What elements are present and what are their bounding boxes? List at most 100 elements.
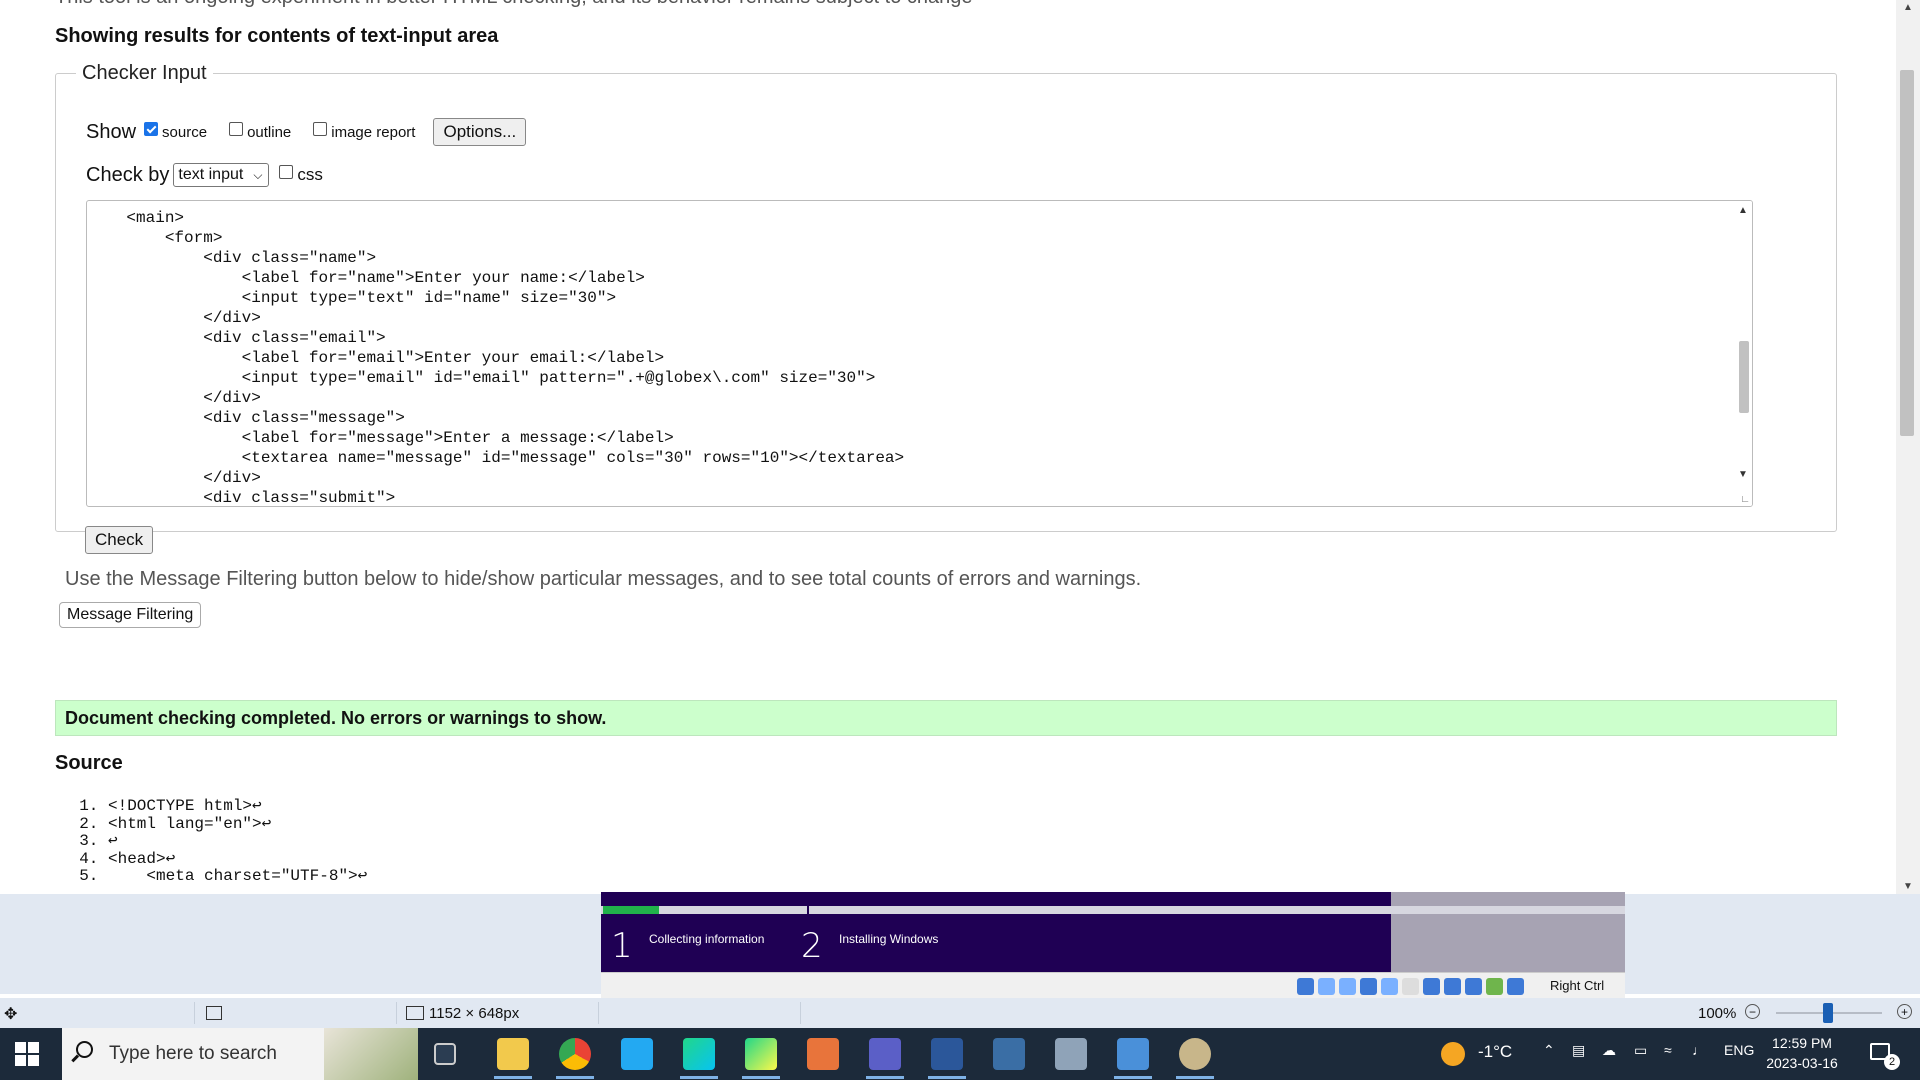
image-dimensions: 1152 × 648px [429, 1005, 520, 1022]
code-line: <div class="message"> [88, 409, 405, 427]
weather-temperature[interactable]: -1°C [1478, 1042, 1512, 1062]
scroll-up-icon[interactable]: ▲ [1738, 205, 1748, 216]
image-report-checkbox[interactable]: image report [313, 122, 416, 141]
hard-disk-icon[interactable] [1297, 978, 1314, 995]
host-key-label: Right Ctrl [1550, 978, 1605, 993]
source-checkbox[interactable]: source [144, 122, 207, 141]
show-hidden-icons-icon[interactable]: ⌃ [1543, 1042, 1555, 1059]
start-logo-pane [28, 1055, 39, 1066]
source-heading: Source [55, 752, 123, 774]
windows-start-icon[interactable] [15, 1042, 39, 1066]
search-icon [76, 1041, 93, 1058]
show-row: Show source outline image report Options… [86, 118, 527, 146]
file-explorer-icon[interactable] [497, 1038, 529, 1070]
step-1-label: Collecting information [649, 932, 765, 946]
task-view-icon[interactable] [434, 1043, 456, 1065]
check-by-label: Check by [86, 163, 170, 186]
paint-icon[interactable] [1179, 1038, 1211, 1070]
optical-drive-icon[interactable] [1318, 978, 1335, 995]
mouse-integration-icon[interactable] [1507, 978, 1524, 995]
battery-icon[interactable]: ▭ [1634, 1042, 1647, 1059]
display-icon[interactable] [1423, 978, 1440, 995]
onedrive-icon[interactable]: ☁ [1602, 1042, 1616, 1059]
resize-grip-icon[interactable]: ∟ [1740, 494, 1750, 505]
options-button[interactable]: Options... [433, 118, 527, 146]
step-2-number: 2 [801, 926, 823, 966]
source-textarea[interactable]: <main> <form> <div class="name"> <label … [86, 200, 1753, 507]
page-scroll-thumb[interactable] [1900, 70, 1914, 436]
input-language[interactable]: ENG [1724, 1042, 1754, 1058]
textarea-scrollbar[interactable]: ▲ ▼ [1735, 201, 1752, 506]
code-line: </div> [88, 469, 261, 487]
start-logo-pane [15, 1055, 26, 1066]
code-line: </div> [88, 309, 261, 327]
taskbar-clock[interactable]: 12:59 PM 2023-03-16 [1766, 1033, 1838, 1073]
message-filtering-button[interactable]: Message Filtering [59, 602, 202, 628]
start-logo-pane [15, 1042, 26, 1053]
code-line: <input type="email" id="email" pattern="… [88, 369, 876, 387]
css-checkbox[interactable]: css [279, 165, 323, 185]
scroll-down-icon[interactable]: ▼ [1738, 469, 1748, 480]
page-scrollbar[interactable]: ▲ ▼ [1896, 0, 1920, 894]
search-placeholder: Type here to search [109, 1043, 277, 1064]
image-viewer-icon[interactable] [1055, 1038, 1087, 1070]
side-panel-bar [1391, 906, 1625, 914]
chat-app-icon[interactable] [807, 1038, 839, 1070]
page-scroll-down-icon[interactable]: ▼ [1903, 881, 1913, 892]
check-button[interactable]: Check [85, 526, 154, 554]
code-line: </div> [88, 389, 261, 407]
virtualization-icon[interactable] [1465, 978, 1482, 995]
volume-icon[interactable]: ♩ [1692, 1042, 1706, 1058]
search-highlight-image [324, 1028, 418, 1080]
check-by-select[interactable]: text input ⌵ [173, 163, 270, 187]
audio-icon[interactable] [1339, 978, 1356, 995]
chevron-down-icon: ⌵ [253, 167, 263, 182]
page-scroll-up-icon[interactable]: ▲ [1903, 2, 1913, 13]
source-checkbox-box[interactable] [144, 122, 159, 136]
chrome-icon[interactable] [559, 1038, 591, 1070]
source-line: <!DOCTYPE html>↩ [108, 797, 367, 816]
browser-viewport: This tool is an ongoing experiment in be… [0, 0, 1920, 894]
textarea-scroll-thumb[interactable] [1739, 341, 1749, 413]
check-row: Check [85, 526, 154, 554]
install-progress-fill [603, 906, 659, 914]
image-report-checkbox-box[interactable] [313, 122, 328, 136]
weather-icon[interactable] [1441, 1042, 1465, 1066]
teams-icon[interactable] [869, 1038, 901, 1070]
virtualbox-window[interactable]: 1 Collecting information 2 Installing Wi… [601, 892, 1625, 999]
filter-note: Use the Message Filtering button below t… [65, 568, 1142, 590]
css-checkbox-box[interactable] [279, 165, 294, 179]
taskbar-search-box[interactable]: Type here to search [62, 1028, 418, 1080]
status-divider [598, 1002, 599, 1024]
vscode-icon[interactable] [621, 1038, 653, 1070]
meeting-icon[interactable]: ▤ [1572, 1042, 1585, 1059]
checker-input-fieldset: Checker Input Show source outline image … [55, 62, 1837, 554]
zoom-in-icon[interactable]: + [1897, 1004, 1912, 1019]
outline-checkbox[interactable]: outline [229, 122, 291, 141]
outline-checkbox-box[interactable] [229, 122, 244, 136]
virtualbox-icon[interactable] [993, 1038, 1025, 1070]
zoom-slider-thumb[interactable] [1823, 1003, 1833, 1023]
image-report-checkbox-label: image report [331, 123, 416, 141]
network-icon[interactable] [1360, 978, 1377, 995]
windows-vm-icon[interactable] [1117, 1038, 1149, 1070]
zoom-level: 100% [1698, 1005, 1737, 1022]
webstorm-icon[interactable] [683, 1038, 715, 1070]
zoom-out-icon[interactable]: − [1745, 1004, 1760, 1019]
status-divider [800, 1002, 801, 1024]
shared-folders-icon[interactable] [1402, 978, 1419, 995]
source-line: <meta charset="UTF-8">↩ [108, 867, 367, 886]
pycharm-icon[interactable] [745, 1038, 777, 1070]
code-line: <main> [88, 209, 185, 227]
recording-icon[interactable] [1444, 978, 1461, 995]
word-icon[interactable] [931, 1038, 963, 1070]
code-line: <div class="name"> [88, 249, 377, 267]
active-app-indicator [866, 1076, 904, 1079]
guest-additions-icon[interactable] [1486, 978, 1503, 995]
wifi-icon[interactable]: ≈ [1664, 1042, 1672, 1058]
active-app-indicator [1114, 1076, 1152, 1079]
active-app-indicator [1176, 1076, 1214, 1079]
usb-icon[interactable] [1381, 978, 1398, 995]
clock-date: 2023-03-16 [1766, 1055, 1838, 1071]
results-heading: Showing results for contents of text-inp… [55, 25, 499, 47]
